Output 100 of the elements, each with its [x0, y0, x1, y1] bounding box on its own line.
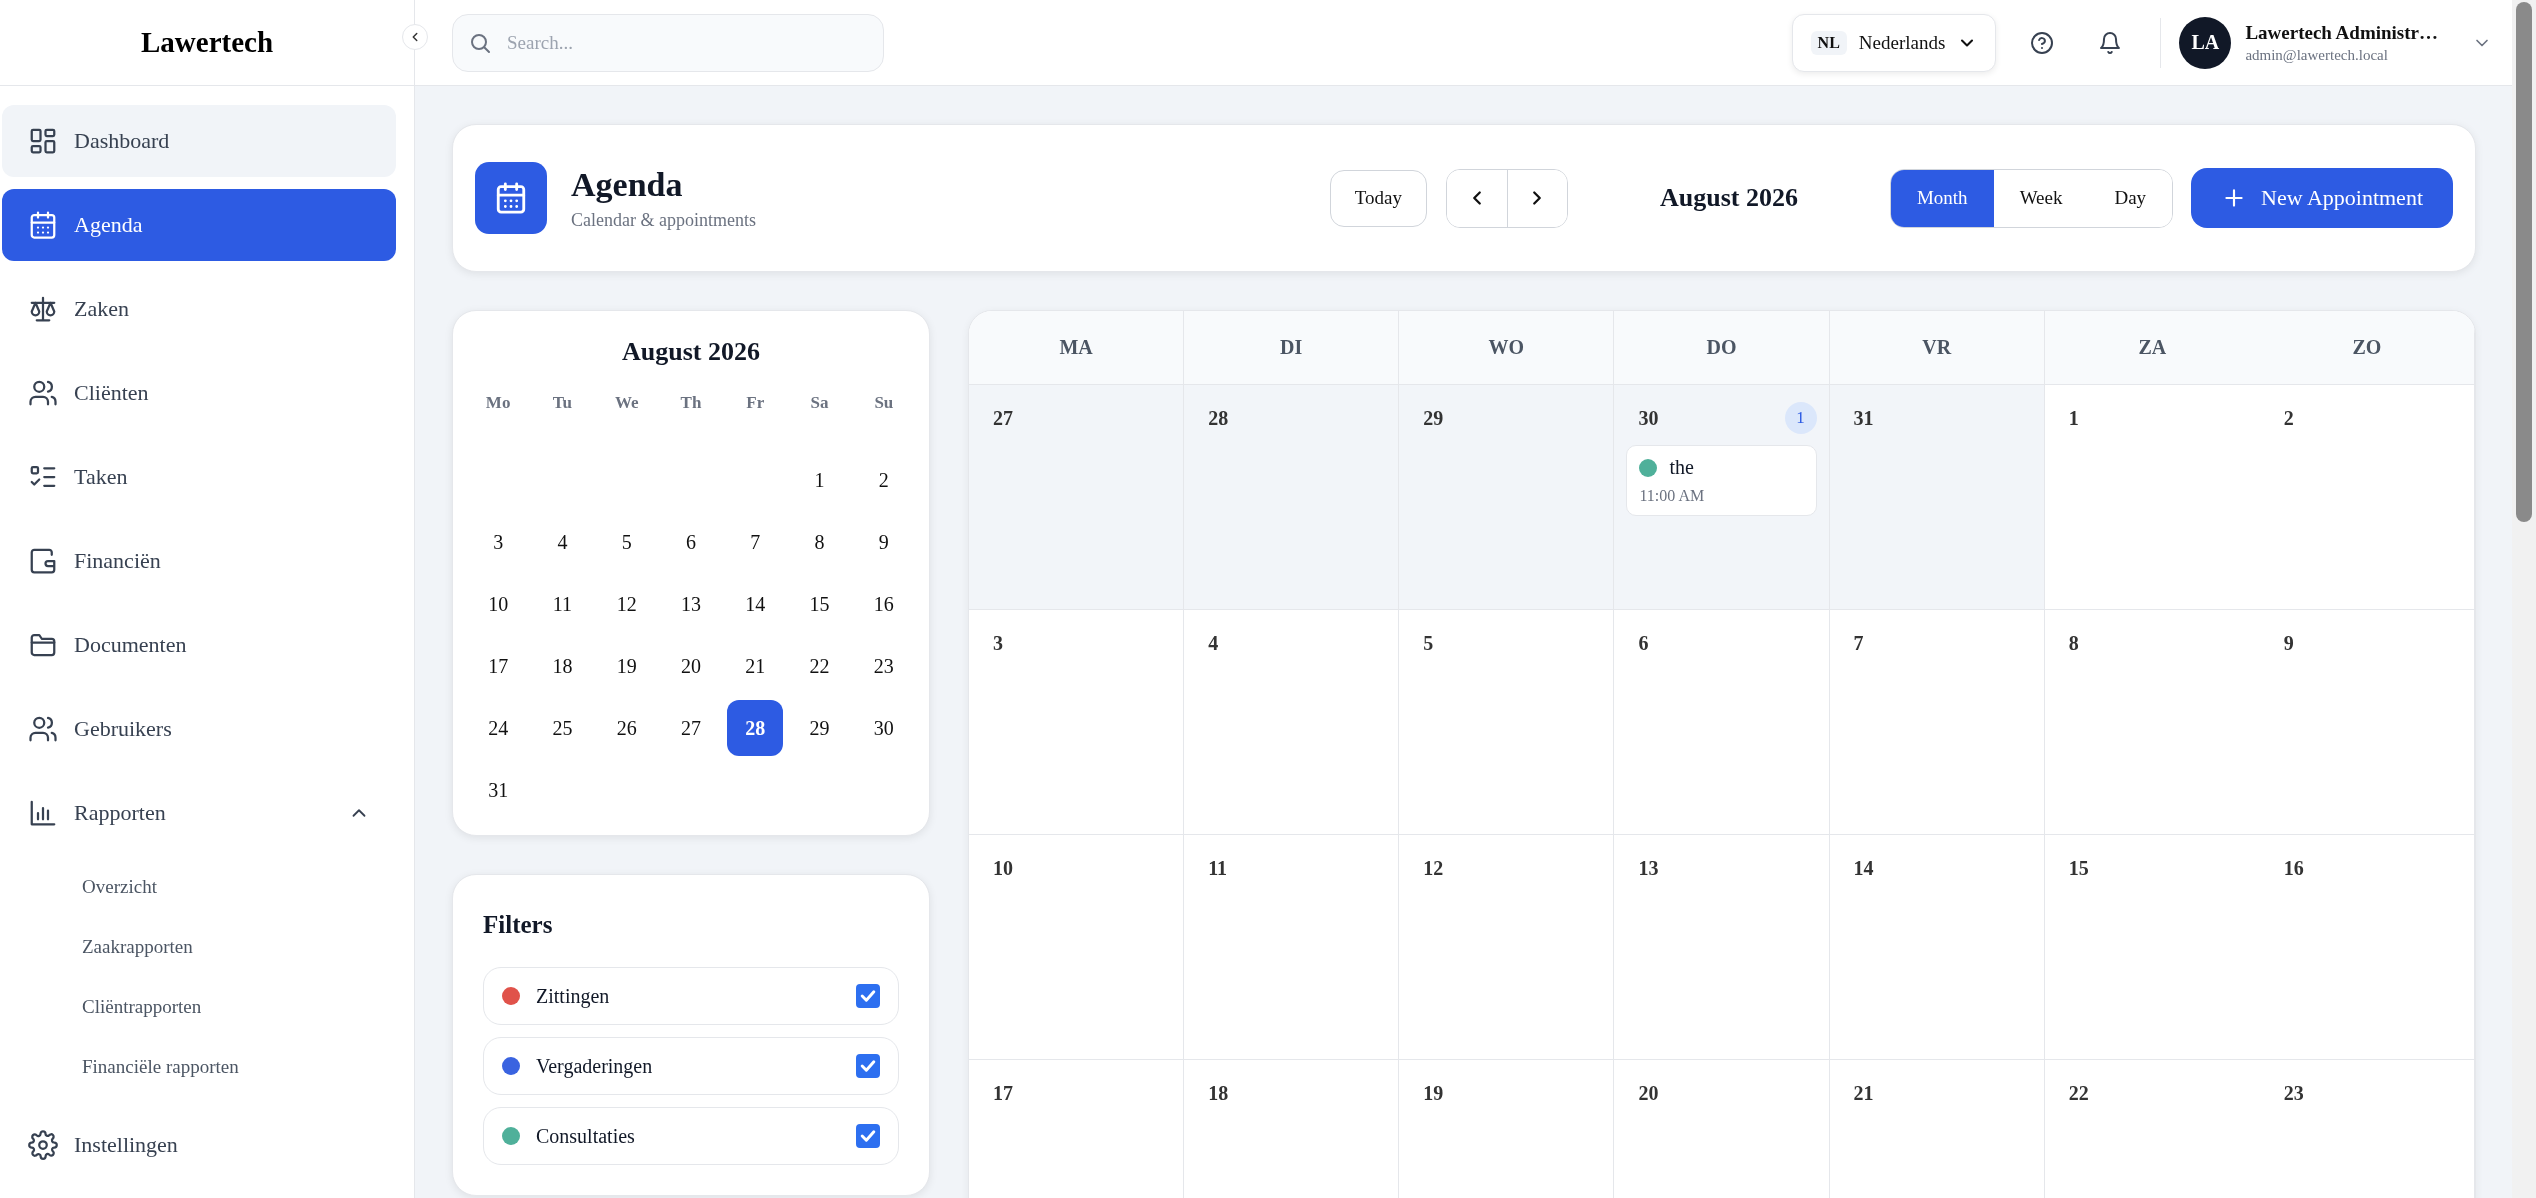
event-count: 1 — [1784, 402, 1817, 434]
day-cell[interactable]: 13 — [1614, 835, 1830, 1060]
day-cell[interactable]: 17 — [969, 1060, 1185, 1198]
calendar-day[interactable]: 14 — [727, 576, 784, 632]
calendar-day[interactable]: 4 — [534, 514, 591, 570]
nav-item[interactable]: Dashboard — [2, 105, 396, 177]
day-cell[interactable]: 20 — [1614, 1060, 1830, 1198]
checkbox[interactable] — [856, 1054, 880, 1078]
day-cell[interactable]: 3 — [969, 610, 1185, 835]
calendar-day[interactable]: 23 — [855, 638, 912, 694]
language-selector[interactable]: NL Nederlands — [1791, 13, 1997, 72]
day-cell[interactable]: 22 — [2044, 1060, 2260, 1198]
filter-option[interactable]: Consultaties — [483, 1107, 899, 1165]
collapse-button[interactable] — [402, 24, 428, 50]
nav-item[interactable]: Documenten — [2, 609, 396, 681]
calendar-day[interactable]: 31 — [470, 762, 527, 818]
calendar-day[interactable]: 21 — [727, 638, 784, 694]
calendar-day[interactable]: 27 — [663, 700, 719, 756]
day-cell[interactable]: 11 — [1184, 835, 1400, 1060]
day-cell[interactable]: 5 — [1399, 610, 1615, 835]
user-menu[interactable]: LA Lawertech Administr… admin@lawertech.local — [2179, 16, 2492, 69]
calendar-day[interactable]: 22 — [791, 638, 848, 694]
user-email: admin@lawertech.local — [2245, 46, 2389, 64]
view-tab[interactable]: Month — [1890, 169, 1994, 227]
calendar-day[interactable]: 16 — [855, 576, 912, 632]
calendar-day[interactable]: 11 — [534, 576, 591, 632]
calendar-day[interactable]: 30 — [855, 700, 912, 756]
calendar-day[interactable]: 12 — [598, 576, 655, 632]
nav-item[interactable]: Gebruikers — [2, 693, 396, 765]
calendar-day[interactable]: 20 — [663, 638, 719, 694]
nav-item[interactable]: Agenda — [2, 189, 396, 261]
calendar-day[interactable]: 17 — [470, 638, 527, 694]
nav-item[interactable]: Financiën — [2, 525, 396, 597]
nav-item[interactable]: Taken — [2, 441, 396, 513]
calendar-day[interactable]: 18 — [534, 638, 591, 694]
calendar-day[interactable]: 7 — [727, 514, 784, 570]
checkbox[interactable] — [856, 1124, 880, 1148]
day-cell[interactable]: 7 — [1829, 610, 2045, 835]
nav-subitem[interactable]: Financiële rapporten — [2, 1037, 396, 1097]
day-cell[interactable]: 23 — [2259, 1060, 2475, 1198]
day-cell[interactable]: 8 — [2044, 610, 2260, 835]
bell-icon — [2098, 30, 2123, 55]
day-cell[interactable]: 15 — [2044, 835, 2260, 1060]
day-cell[interactable]: 16 — [2259, 835, 2475, 1060]
calendar-day[interactable]: 5 — [598, 514, 655, 570]
day-cell[interactable]: 2 — [2259, 385, 2475, 610]
day-cell[interactable]: 28 — [1184, 385, 1400, 610]
search-field[interactable]: Search... — [452, 13, 884, 72]
calendar-day[interactable]: 1 — [791, 452, 848, 508]
calendar-day[interactable]: 8 — [791, 514, 848, 570]
nav-item[interactable]: Zaken — [2, 273, 396, 345]
calendar-day[interactable]: 26 — [598, 700, 655, 756]
today-button[interactable]: Today — [1329, 169, 1427, 227]
checkbox[interactable] — [856, 984, 880, 1008]
nav-item[interactable]: Instellingen — [2, 1109, 396, 1181]
day-number: 18 — [1208, 1081, 1229, 1105]
calendar-day[interactable]: 13 — [663, 576, 719, 632]
day-cell[interactable]: 29 — [1399, 385, 1615, 610]
day-cell[interactable]: 4 — [1184, 610, 1400, 835]
day-cell[interactable]: 10 — [969, 835, 1185, 1060]
day-cell[interactable]: 31 — [1829, 385, 2045, 610]
new-appointment-button[interactable]: New Appointment — [2191, 168, 2453, 228]
calendar-day[interactable]: 10 — [470, 576, 527, 632]
calendar-day[interactable]: 25 — [534, 700, 591, 756]
calendar-day[interactable]: 3 — [470, 514, 527, 570]
user-avatar: LA — [2179, 16, 2232, 69]
weekday-label: We — [614, 393, 639, 413]
calendar-day[interactable]: 9 — [855, 514, 912, 570]
scrollbar[interactable] — [2512, 0, 2536, 1198]
calendar-day[interactable]: 15 — [791, 576, 848, 632]
day-cell[interactable]: 27 — [969, 385, 1185, 610]
weekday-label: Tu — [552, 393, 573, 413]
day-cell[interactable]: 14 — [1829, 835, 2045, 1060]
calendar-day[interactable]: 2 — [855, 452, 912, 508]
weekday-header: DI — [1280, 336, 1303, 359]
nav-subitem[interactable]: Zaakrapporten — [2, 917, 396, 977]
filter-option[interactable]: Zittingen — [483, 967, 899, 1025]
calendar-day[interactable]: 28 — [727, 700, 784, 756]
nav-item[interactable]: Rapporten — [2, 777, 396, 849]
calendar-day[interactable]: 6 — [663, 514, 719, 570]
day-cell[interactable]: 21 — [1829, 1060, 2045, 1198]
day-cell[interactable]: 6 — [1614, 610, 1830, 835]
day-number: 2 — [2283, 406, 2294, 430]
day-cell[interactable]: 19 — [1399, 1060, 1615, 1198]
filter-option[interactable]: Vergaderingen — [483, 1037, 899, 1095]
nav-item[interactable]: Cliënten — [2, 357, 396, 429]
day-cell[interactable]: 18 — [1184, 1060, 1400, 1198]
nav-subitem[interactable]: Overzicht — [2, 857, 396, 917]
nav-subitem[interactable]: Cliëntrapporten — [2, 977, 396, 1037]
calendar-day[interactable]: 29 — [791, 700, 848, 756]
day-number: 10 — [993, 856, 1013, 880]
day-cell[interactable]: 9 — [2259, 610, 2475, 835]
day-number: 15 — [2068, 856, 2089, 880]
calendar-day[interactable]: 19 — [598, 638, 655, 694]
day-cell[interactable]: 1 — [2044, 385, 2260, 610]
appointment-card[interactable]: the 11:00 AM — [1626, 445, 1817, 516]
weekday-header: WO — [1488, 336, 1525, 359]
calendar-day[interactable]: 24 — [470, 700, 527, 756]
day-cell[interactable]: 12 — [1399, 835, 1615, 1060]
day-cell[interactable]: 30 1 the 11:00 AM — [1614, 385, 1830, 610]
